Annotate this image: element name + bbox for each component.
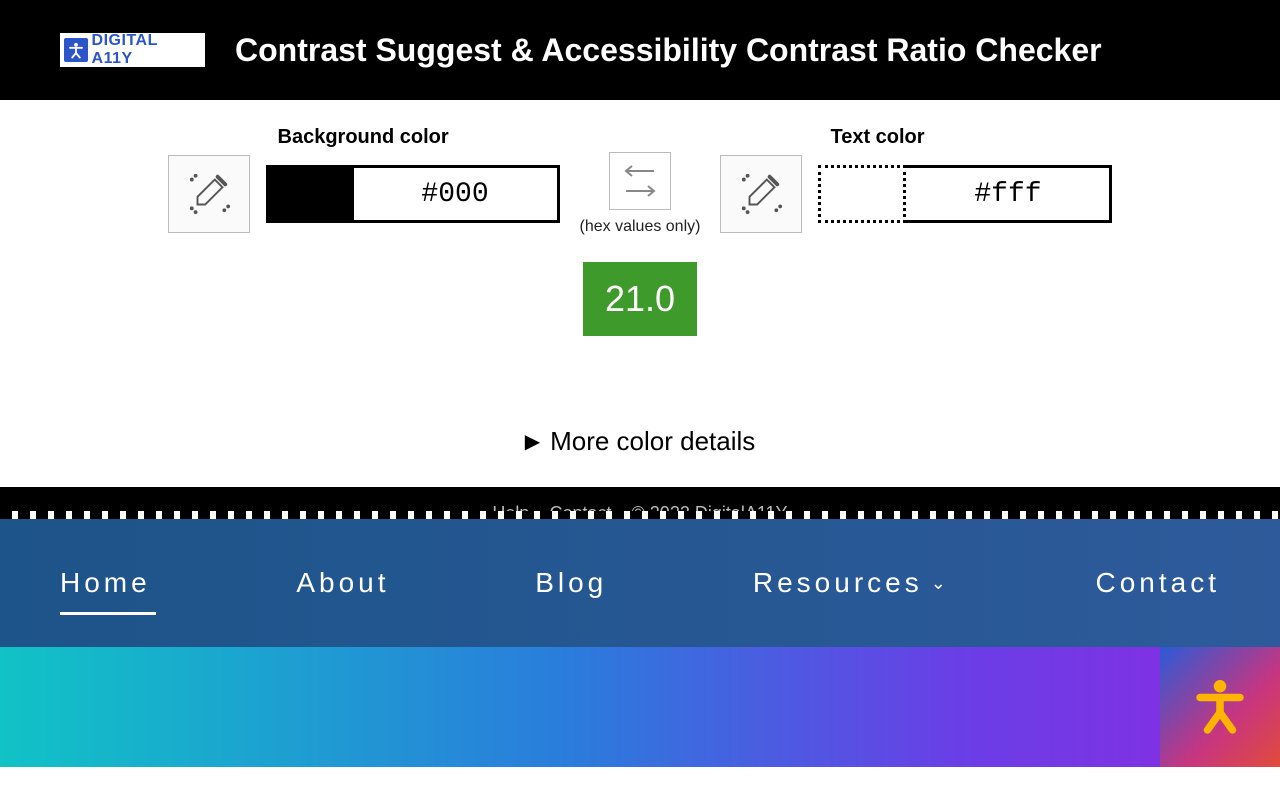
footer-contact-link[interactable]: Contact	[549, 503, 611, 519]
arrow-left-icon	[620, 162, 660, 180]
arrow-right-icon	[620, 182, 660, 200]
bg-hex-input[interactable]	[354, 165, 560, 223]
accessibility-person-icon	[64, 38, 88, 62]
more-details-toggle[interactable]: ▶ More color details	[0, 426, 1280, 457]
eyedropper-bg-button[interactable]	[168, 155, 250, 233]
swap-column: (hex values only)	[580, 152, 701, 236]
nav-blog[interactable]: Blog	[535, 567, 607, 599]
page-title: Contrast Suggest & Accessibility Contras…	[235, 32, 1102, 69]
accessibility-person-icon	[1190, 675, 1250, 740]
nav-contact[interactable]: Contact	[1095, 567, 1220, 599]
contrast-ratio-value: 21.0	[583, 262, 697, 336]
chevron-down-icon: ⌄	[931, 573, 950, 594]
triangle-right-icon: ▶	[525, 429, 540, 454]
swap-colors-button[interactable]	[609, 152, 671, 210]
nav-resources[interactable]: Resources ⌄	[753, 567, 950, 599]
background-color-group: Background color	[168, 126, 560, 233]
logo[interactable]: DIGITAL A11Y	[60, 33, 205, 67]
eyedropper-icon	[738, 170, 784, 219]
eyedropper-icon	[186, 170, 232, 219]
main-nav: Home About Blog Resources ⌄ Contact	[0, 519, 1280, 647]
bg-swatch[interactable]	[266, 165, 354, 223]
top-header: DIGITAL A11Y Contrast Suggest & Accessib…	[0, 0, 1280, 100]
logo-text: DIGITAL A11Y	[92, 32, 201, 68]
background-label: Background color	[278, 126, 449, 149]
footer-help-link[interactable]: Help	[492, 503, 529, 519]
text-color-label: Text color	[830, 126, 924, 149]
text-color-group: Text color	[720, 126, 1112, 233]
hex-note: (hex values only)	[580, 218, 701, 236]
fg-hex-input[interactable]	[906, 165, 1112, 223]
footer-copyright: © 2022 DigitalA11Y	[632, 503, 788, 519]
nav-about[interactable]: About	[296, 567, 389, 599]
nav-home[interactable]: Home	[60, 567, 151, 599]
more-details-label: More color details	[550, 426, 755, 457]
gradient-strip	[0, 647, 1280, 767]
eyedropper-fg-button[interactable]	[720, 155, 802, 233]
accessibility-widget-button[interactable]	[1160, 647, 1280, 767]
controls-area: Background color	[0, 100, 1280, 487]
fg-swatch[interactable]	[818, 165, 906, 223]
footer-bar: Help Contact © 2022 DigitalA11Y	[0, 487, 1280, 519]
